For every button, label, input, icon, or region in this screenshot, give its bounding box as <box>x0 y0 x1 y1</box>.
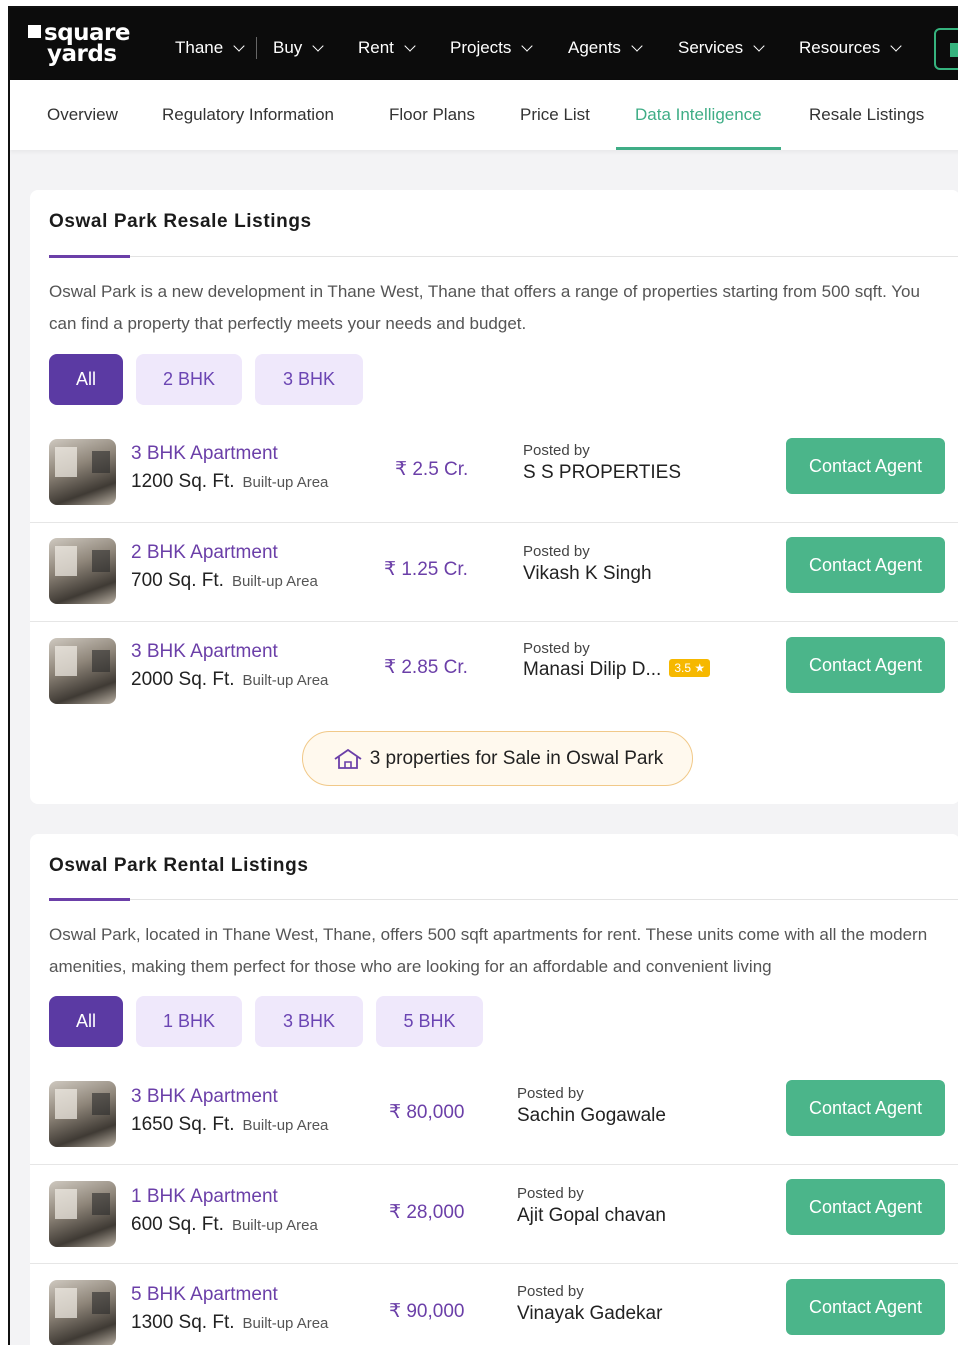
listing-price: ₹ 80,000 <box>389 1102 465 1123</box>
filter-chip-1bhk[interactable]: 1 BHK <box>136 996 242 1047</box>
resale-description: Oswal Park is a new development in Thane… <box>49 282 920 333</box>
section-divider <box>49 898 958 901</box>
posted-by-label: Posted by <box>523 640 590 657</box>
posted-by-label: Posted by <box>517 1185 584 1202</box>
property-thumbnail[interactable] <box>49 439 116 505</box>
nav-projects-dropdown[interactable]: Projects <box>450 38 534 58</box>
listing-area: 600 Sq. Ft. Built-up Area <box>131 1214 318 1235</box>
listing-title[interactable]: 3 BHK Apartment <box>131 641 278 663</box>
contact-agent-button[interactable]: Contact Agent <box>786 438 945 494</box>
chevron-down-icon <box>233 39 245 52</box>
listing-area: 1650 Sq. Ft. Built-up Area <box>131 1114 329 1135</box>
listing-row[interactable]: 3 BHK Apartment 1200 Sq. Ft. Built-up Are… <box>30 424 958 523</box>
tab-floor-plans[interactable]: Floor Plans <box>389 80 475 150</box>
chevron-down-icon <box>312 39 324 52</box>
property-thumbnail[interactable] <box>49 638 116 704</box>
tab-overview[interactable]: Overview <box>47 80 118 150</box>
poster-name[interactable]: Vikash K Singh <box>523 563 652 585</box>
listing-row[interactable]: 2 BHK Apartment 700 Sq. Ft. Built-up Area… <box>30 523 958 622</box>
listing-price: ₹ 2.85 Cr. <box>384 657 468 678</box>
listing-row[interactable]: 3 BHK Apartment 1650 Sq. Ft. Built-up Are… <box>30 1066 958 1165</box>
filter-chip-3bhk[interactable]: 3 BHK <box>255 996 363 1047</box>
post-property-button[interactable] <box>934 28 958 70</box>
properties-for-sale-link[interactable]: 3 properties for Sale in Oswal Park <box>302 731 693 786</box>
listing-price: ₹ 90,000 <box>389 1301 465 1322</box>
listing-row[interactable]: 1 BHK Apartment 600 Sq. Ft. Built-up Area… <box>30 1165 958 1264</box>
filter-chip-2bhk[interactable]: 2 BHK <box>136 354 242 405</box>
squareyards-logo[interactable]: square yards <box>28 22 131 66</box>
filter-chip-all[interactable]: All <box>49 354 123 405</box>
posted-by-label: Posted by <box>517 1283 584 1300</box>
nav-agents-dropdown[interactable]: Agents <box>568 38 643 58</box>
property-thumbnail[interactable] <box>49 538 116 604</box>
listing-price: ₹ 28,000 <box>389 1202 465 1223</box>
house-icon <box>334 748 362 769</box>
post-property-icon <box>950 43 958 57</box>
rental-description: Oswal Park, located in Thane West, Thane… <box>49 925 928 976</box>
listing-title[interactable]: 5 BHK Apartment <box>131 1284 278 1306</box>
poster-name[interactable]: Vinayak Gadekar <box>517 1303 662 1325</box>
nav-rent-dropdown[interactable]: Rent <box>358 38 416 58</box>
tab-regulatory-information[interactable]: Regulatory Information <box>162 80 334 150</box>
browser-page: square yards Thane Buy Rent Projects Age… <box>8 6 958 1345</box>
chevron-down-icon <box>890 39 902 52</box>
property-thumbnail[interactable] <box>49 1081 116 1147</box>
listing-title[interactable]: 1 BHK Apartment <box>131 1186 278 1208</box>
posted-by-label: Posted by <box>523 543 590 560</box>
contact-agent-button[interactable]: Contact Agent <box>786 537 945 593</box>
nav-services-dropdown[interactable]: Services <box>678 38 765 58</box>
property-thumbnail[interactable] <box>49 1280 116 1345</box>
nav-divider <box>256 37 257 59</box>
tab-data-intelligence[interactable]: Data Intelligence <box>616 80 781 150</box>
listing-title[interactable]: 3 BHK Apartment <box>131 1086 278 1108</box>
chevron-down-icon <box>631 39 643 52</box>
contact-agent-button[interactable]: Contact Agent <box>786 1080 945 1136</box>
property-thumbnail[interactable] <box>49 1181 116 1247</box>
nav-thane-dropdown[interactable]: Thane <box>175 38 245 58</box>
contact-agent-button[interactable]: Contact Agent <box>786 1279 945 1335</box>
rental-listings-card: Oswal Park Rental Listings Oswal Park, l… <box>30 834 958 1345</box>
project-section-tabs: Overview Regulatory Information Floor Pl… <box>10 80 958 150</box>
listing-area: 1200 Sq. Ft. Built-up Area <box>131 471 329 492</box>
listing-title[interactable]: 3 BHK Apartment <box>131 443 278 465</box>
listing-price: ₹ 1.25 Cr. <box>384 559 468 580</box>
filter-chip-5bhk[interactable]: 5 BHK <box>376 996 483 1047</box>
listing-area: 1300 Sq. Ft. Built-up Area <box>131 1312 329 1333</box>
tab-resale-listings[interactable]: Resale Listings <box>809 80 924 150</box>
filter-chip-all[interactable]: All <box>49 996 123 1047</box>
resale-section-title: Oswal Park Resale Listings <box>49 211 312 232</box>
resale-listings-card: Oswal Park Resale Listings Oswal Park is… <box>30 190 958 804</box>
listing-title[interactable]: 2 BHK Apartment <box>131 542 278 564</box>
listing-row[interactable]: 3 BHK Apartment 2000 Sq. Ft. Built-up Are… <box>30 622 958 721</box>
contact-agent-button[interactable]: Contact Agent <box>786 1179 945 1235</box>
listing-area: 2000 Sq. Ft. Built-up Area <box>131 669 329 690</box>
poster-name[interactable]: Manasi Dilip D... 3.5 ★ <box>523 659 711 681</box>
poster-name[interactable]: S S PROPERTIES <box>523 462 681 484</box>
rental-section-title: Oswal Park Rental Listings <box>49 855 309 876</box>
contact-agent-button[interactable]: Contact Agent <box>786 637 945 693</box>
agent-rating-badge: 3.5 ★ <box>669 659 711 677</box>
tab-price-list[interactable]: Price List <box>520 80 590 150</box>
posted-by-label: Posted by <box>523 442 590 459</box>
chevron-down-icon <box>521 39 534 52</box>
chevron-down-icon <box>404 39 416 52</box>
listing-price: ₹ 2.5 Cr. <box>395 459 469 480</box>
listing-area: 700 Sq. Ft. Built-up Area <box>131 570 318 591</box>
poster-name[interactable]: Ajit Gopal chavan <box>517 1205 666 1227</box>
posted-by-label: Posted by <box>517 1085 584 1102</box>
nav-buy-dropdown[interactable]: Buy <box>273 38 324 58</box>
listing-row[interactable]: 5 BHK Apartment 1300 Sq. Ft. Built-up Are… <box>30 1264 958 1345</box>
section-divider <box>49 255 958 258</box>
nav-resources-dropdown[interactable]: Resources <box>799 38 902 58</box>
chevron-down-icon <box>753 39 765 52</box>
top-navbar: square yards Thane Buy Rent Projects Age… <box>10 8 958 80</box>
logo-square-icon <box>28 25 41 38</box>
filter-chip-3bhk[interactable]: 3 BHK <box>255 354 363 405</box>
poster-name[interactable]: Sachin Gogawale <box>517 1105 666 1127</box>
